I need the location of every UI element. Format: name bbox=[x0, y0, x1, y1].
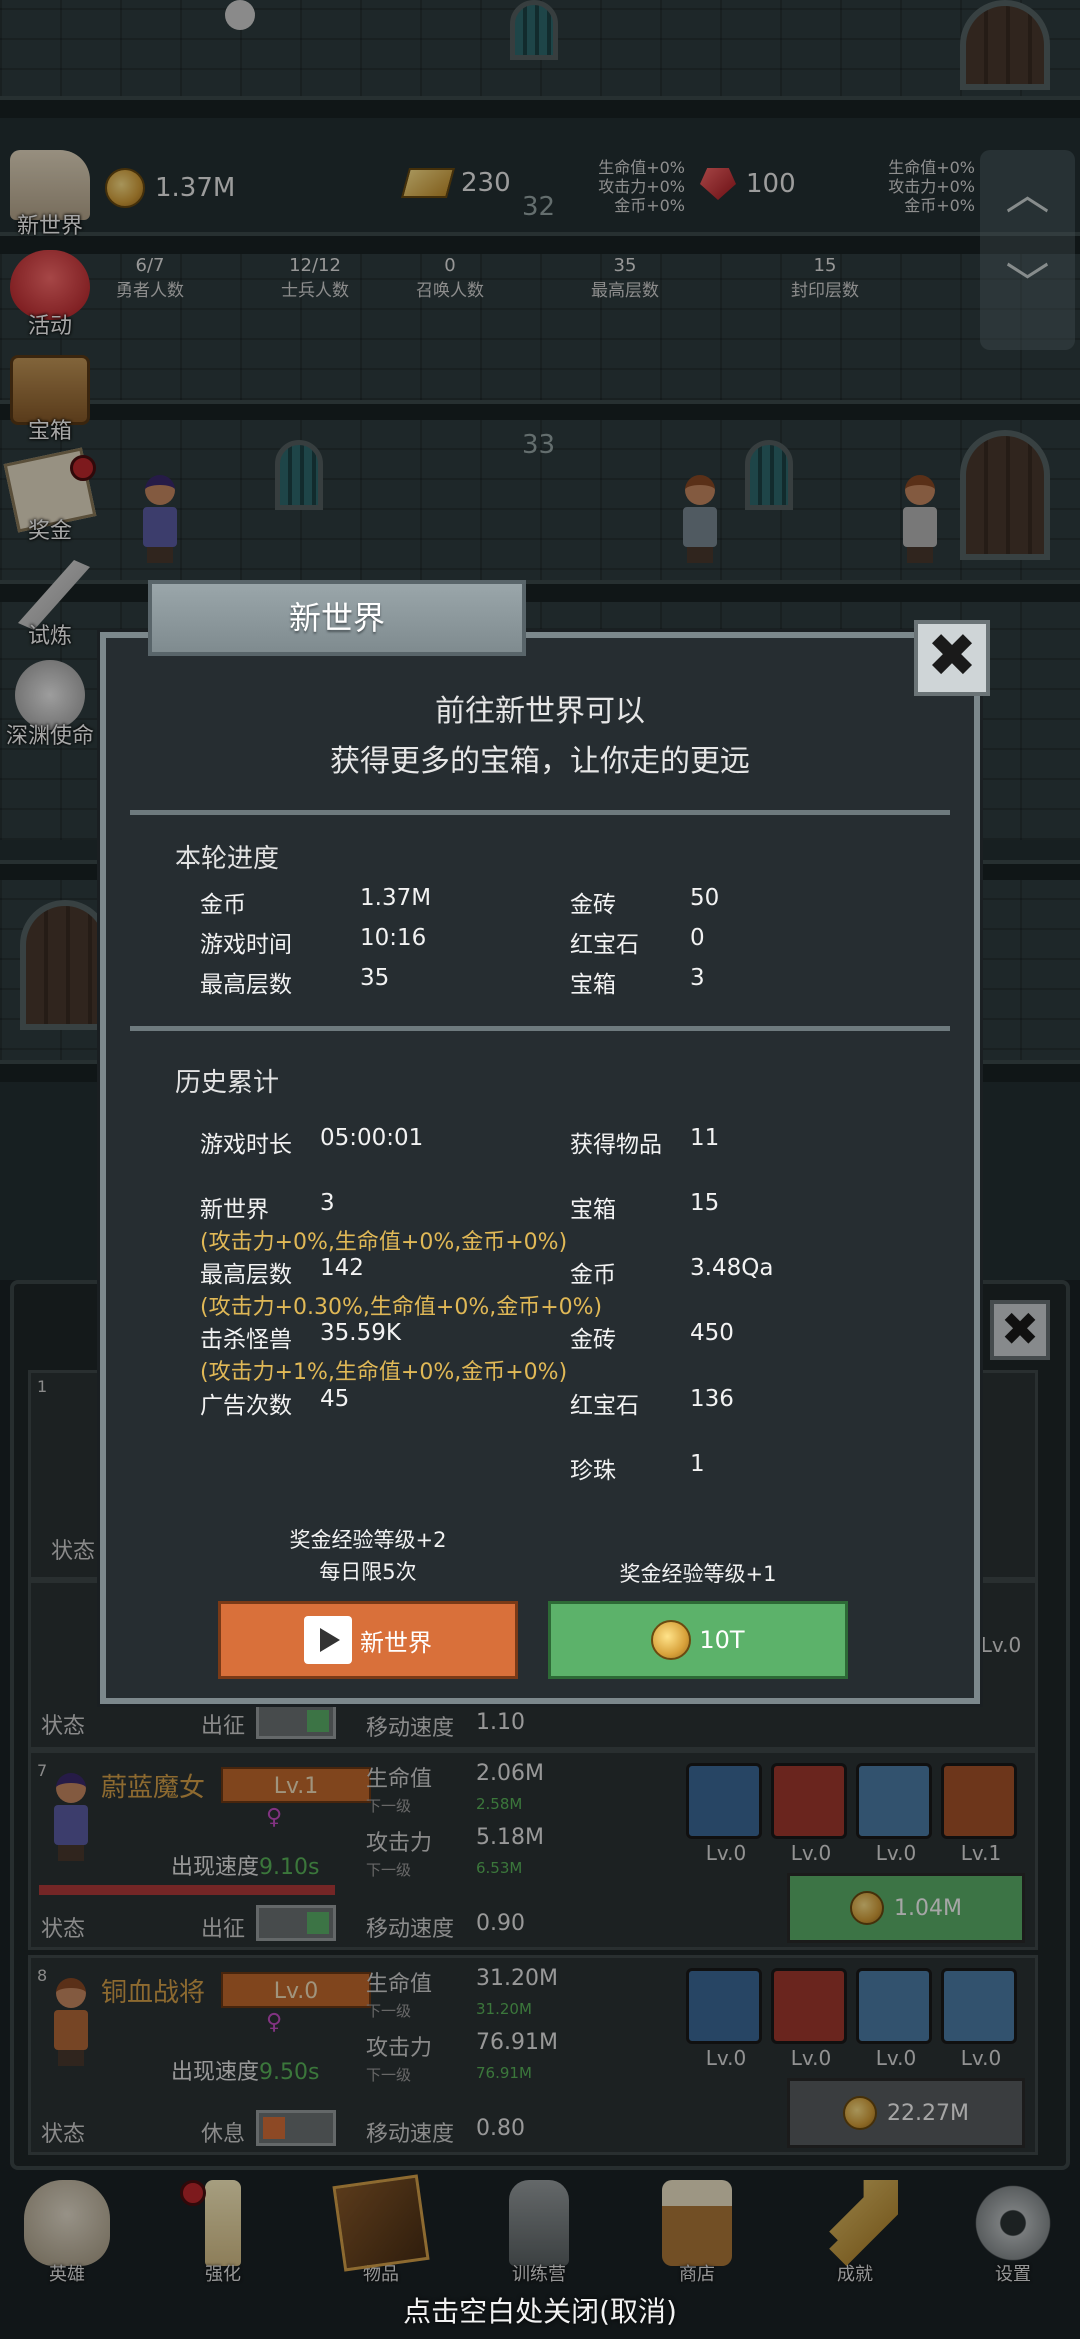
history-ads-label: 广告次数 bbox=[200, 1393, 292, 1419]
dialog-title: 新世界 bbox=[148, 580, 526, 656]
history-max-floor-label: 最高层数 bbox=[200, 1262, 292, 1288]
gold-button-caption: 奖金经验等级+1 bbox=[619, 1562, 777, 1586]
round-playtime-label: 游戏时间 bbox=[200, 932, 292, 958]
round-gold-value: 1.37M bbox=[360, 885, 432, 911]
history-chest-label: 宝箱 bbox=[570, 1197, 616, 1223]
round-max-floor-label: 最高层数 bbox=[200, 972, 292, 998]
history-gold-label: 金币 bbox=[570, 1262, 616, 1288]
round-progress-title: 本轮进度 bbox=[175, 844, 280, 874]
history-gold-value: 3.48Qa bbox=[690, 1255, 774, 1281]
history-ads-value: 45 bbox=[320, 1386, 350, 1412]
video-button-caption: 奖金经验等级+2 每日限5次 bbox=[218, 1524, 518, 1588]
dialog-headline-2: 获得更多的宝箱，让你走的更远 bbox=[330, 744, 750, 779]
history-bonus-note: (攻击力+1%,生命值+0%,金币+0%) bbox=[200, 1360, 568, 1385]
history-bonus-note: (攻击力+0%,生命值+0%,金币+0%) bbox=[200, 1230, 568, 1255]
round-ruby-value: 0 bbox=[690, 925, 705, 951]
new-world-video-label: 新世界 bbox=[360, 1628, 432, 1657]
round-goldbar-label: 金砖 bbox=[570, 892, 616, 918]
history-bonus-note: (攻击力+0.30%,生命值+0%,金币+0%) bbox=[200, 1295, 603, 1320]
round-ruby-label: 红宝石 bbox=[570, 932, 639, 958]
new-world-gold-button[interactable]: 10T bbox=[548, 1601, 848, 1679]
history-playtime-value: 05:00:01 bbox=[320, 1125, 424, 1151]
new-world-video-button[interactable]: 新世界 bbox=[218, 1601, 518, 1679]
history-items-value: 11 bbox=[690, 1125, 720, 1151]
history-goldbar-label: 金砖 bbox=[570, 1327, 616, 1353]
round-chest-label: 宝箱 bbox=[570, 972, 616, 998]
history-new-world-value: 3 bbox=[320, 1190, 335, 1216]
divider bbox=[130, 1026, 950, 1031]
round-max-floor-value: 35 bbox=[360, 965, 390, 991]
dialog-headline-1: 前往新世界可以 bbox=[435, 694, 645, 729]
daily-limit-text: 每日限5次 bbox=[319, 1560, 417, 1584]
history-pearl-value: 1 bbox=[690, 1451, 705, 1477]
close-hint[interactable]: 点击空白处关闭(取消) bbox=[0, 2290, 1080, 2330]
round-chest-value: 3 bbox=[690, 965, 705, 991]
history-ruby-value: 136 bbox=[690, 1386, 734, 1412]
history-chest-value: 15 bbox=[690, 1190, 720, 1216]
gold-coin-icon bbox=[651, 1620, 692, 1660]
history-kills-label: 击杀怪兽 bbox=[200, 1327, 292, 1353]
round-playtime-value: 10:16 bbox=[360, 925, 427, 951]
history-kills-value: 35.59K bbox=[320, 1320, 401, 1346]
history-goldbar-value: 450 bbox=[690, 1320, 734, 1346]
history-max-floor-value: 142 bbox=[320, 1255, 364, 1281]
video-reward-text: 奖金经验等级+2 bbox=[289, 1528, 447, 1552]
history-items-label: 获得物品 bbox=[570, 1132, 662, 1158]
dialog-close-button[interactable]: ✖ bbox=[914, 620, 990, 696]
gold-cost-label: 10T bbox=[699, 1626, 745, 1654]
history-playtime-label: 游戏时长 bbox=[200, 1132, 292, 1158]
history-new-world-label: 新世界 bbox=[200, 1197, 269, 1223]
history-title: 历史累计 bbox=[175, 1068, 280, 1098]
divider bbox=[130, 810, 950, 815]
video-play-icon bbox=[304, 1616, 352, 1664]
round-goldbar-value: 50 bbox=[690, 885, 720, 911]
round-gold-label: 金币 bbox=[200, 892, 246, 918]
history-pearl-label: 珍珠 bbox=[570, 1458, 616, 1484]
history-ruby-label: 红宝石 bbox=[570, 1393, 639, 1419]
